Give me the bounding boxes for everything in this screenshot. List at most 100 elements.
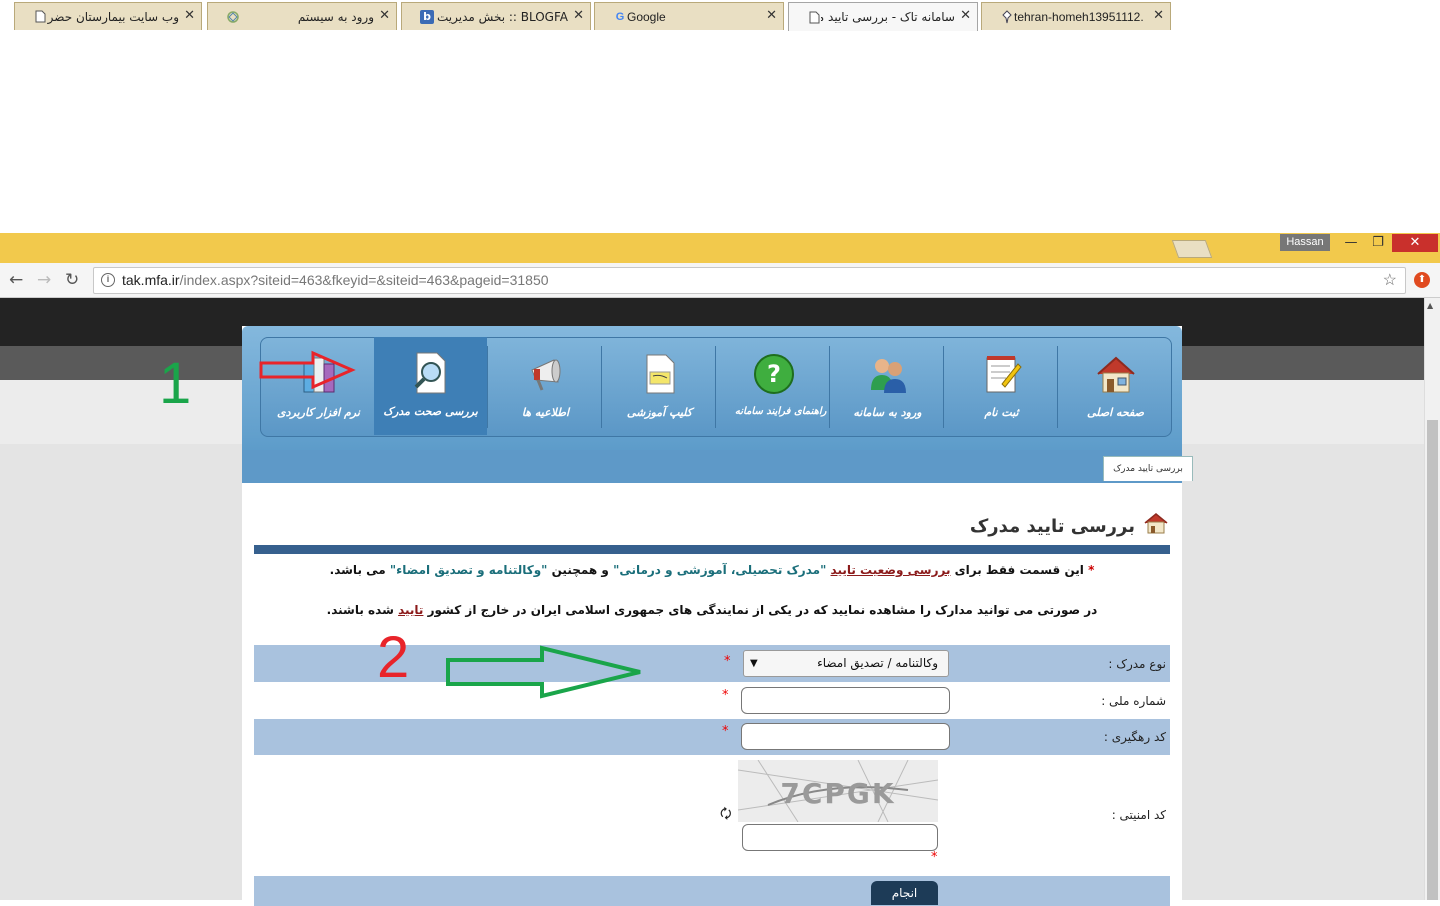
scroll-up-arrow-icon[interactable]: ▲ <box>1427 301 1433 310</box>
browser-tabstrip <box>0 233 1440 263</box>
captcha-input[interactable] <box>742 824 938 851</box>
site-icon <box>226 10 240 24</box>
home-icon <box>1144 512 1168 538</box>
new-tab-button[interactable] <box>1171 240 1213 258</box>
menu-item-login[interactable]: ورود به سامانه <box>831 338 944 436</box>
svg-text:?: ? <box>767 360 781 388</box>
notice-link[interactable]: بررسی وضعیت تایید <box>831 563 951 577</box>
doc-type-value: وکالتنامه / تصدیق امضاء <box>817 656 938 670</box>
doc-type-label: نوع مدرک : <box>1108 657 1166 671</box>
menu-item-guide[interactable]: ? راهنمای فرآیند سامانه <box>717 338 830 436</box>
minimize-icon[interactable]: — <box>1340 234 1362 252</box>
close-icon[interactable]: ✕ <box>379 8 390 23</box>
notice-text: "وکالتنامه و تصدیق امضاء" <box>389 563 548 577</box>
scrollbar-thumb[interactable] <box>1427 420 1438 900</box>
captcha-image: 7CPGK <box>737 759 939 823</box>
title-divider <box>254 545 1170 554</box>
megaphone-icon <box>522 350 570 398</box>
annotation-arrow-1 <box>259 350 356 390</box>
browser-tab-blogfa[interactable]: b BLOGFA :: بخش مدیریت not ✕ <box>401 2 591 30</box>
blogfa-icon: b <box>420 9 434 24</box>
doc-type-select[interactable]: وکالتنامه / تصدیق امضاء ▼ <box>743 650 949 677</box>
users-login-icon <box>864 350 912 398</box>
pin-icon <box>1000 9 1014 24</box>
menu-item-label: راهنمای فرآیند سامانه <box>734 406 827 417</box>
notice-line-2: در صورتی می توانید مدارک را مشاهده نمایی… <box>254 603 1170 617</box>
tracking-code-input[interactable] <box>741 723 950 750</box>
national-id-label: شماره ملی : <box>1101 694 1166 708</box>
notice-star: * <box>1088 563 1095 577</box>
close-icon[interactable]: ✕ <box>766 8 777 23</box>
google-icon: G <box>615 10 625 23</box>
form-row-captcha: کد امنیتی : * <box>254 755 1170 876</box>
close-icon[interactable]: ✕ <box>573 8 584 23</box>
back-arrow-icon[interactable]: ← <box>9 270 23 290</box>
menu-item-announcements[interactable]: اطلاعیه ها <box>489 338 602 436</box>
annotation-arrow-2 <box>446 645 641 699</box>
form-row-submit <box>254 876 1170 906</box>
form-row-tracking-code: کد رهگیری : * <box>254 719 1170 755</box>
refresh-captcha-icon[interactable]: 🗘 <box>720 805 732 827</box>
browser-tab-tehran[interactable]: tehran-homeh13951112. ✕ <box>981 2 1171 30</box>
menu-item-label: کلیپ آموزشی <box>626 406 693 419</box>
page-icon <box>807 10 821 24</box>
browser-tab-tak[interactable]: سامانه تاک - بررسی تایید مدرک ✕ <box>788 2 978 31</box>
close-icon[interactable]: ✕ <box>960 8 971 23</box>
dropdown-arrow-icon: ▼ <box>750 658 758 669</box>
close-icon[interactable]: ✕ <box>1153 8 1164 23</box>
menu-item-home[interactable]: صفحه اصلی <box>1059 338 1172 436</box>
home-icon <box>1092 350 1140 398</box>
address-bar[interactable]: i tak.mfa.ir/index.aspx?siteid=463&fkeyi… <box>93 267 1406 294</box>
notice-text: "مدرک تحصیلی، آموزشی و درمانی" <box>613 563 827 577</box>
notice-text: شده باشند. <box>326 603 394 617</box>
tab-title: ورود به سیستم <box>297 9 374 24</box>
window-close-icon[interactable]: ✕ <box>1392 234 1438 252</box>
help-question-icon: ? <box>750 350 798 398</box>
site-container: صفحه اصلی ثبت نام ورود به سامانه ? راهنم… <box>242 326 1193 906</box>
notice-text: این قسمت فقط برای <box>954 563 1084 577</box>
breadcrumb[interactable]: بررسی تایید مدرک <box>1103 456 1193 481</box>
tab-title: BLOGFA :: بخش مدیریت not <box>434 9 568 24</box>
browser-tab-google[interactable]: G Google ✕ <box>594 2 784 30</box>
close-icon[interactable]: ✕ <box>184 8 195 23</box>
notice-text: می باشد. <box>329 563 386 577</box>
menu-item-register[interactable]: ثبت نام <box>945 338 1058 436</box>
menu-item-label: ثبت نام <box>984 406 1019 419</box>
required-mark: * <box>722 688 729 703</box>
url-host: tak.mfa.ir <box>122 272 180 288</box>
tab-title: سامانه تاک - بررسی تایید مدرک <box>821 10 955 24</box>
tab-title: tehran-homeh13951112. <box>1014 9 1144 24</box>
menu-item-clip[interactable]: کلیپ آموزشی <box>603 338 716 436</box>
captcha-text: 7CPGK <box>780 777 895 810</box>
extension-icon[interactable]: ⬆ <box>1414 272 1430 288</box>
bookmark-star-icon[interactable]: ☆ <box>1383 268 1397 293</box>
tab-title: Google <box>627 9 666 24</box>
required-mark: * <box>724 654 731 669</box>
reload-icon[interactable]: ↻ <box>65 270 79 290</box>
required-mark: * <box>931 850 938 865</box>
menu-item-label: نرم افزار کاربردی <box>277 406 360 419</box>
browser-tab-login[interactable]: ورود به سیستم ✕ <box>207 2 397 30</box>
menu-item-label: صفحه اصلی <box>1087 406 1144 419</box>
clip-document-icon <box>636 350 684 398</box>
annotation-number-1: 1 <box>159 351 192 416</box>
profile-badge[interactable]: Hassan <box>1280 234 1330 251</box>
menu-item-verify-document[interactable]: بررسی صحت مدرک <box>374 337 487 435</box>
notice-link[interactable]: تایید <box>398 603 423 617</box>
browser-tab-hospital[interactable]: وب سایت بیمارستان حضرت سی ✕ <box>14 2 202 30</box>
menu-item-label: اطلاعیه ها <box>521 406 570 419</box>
captcha-label: کد امنیتی : <box>1111 808 1166 822</box>
page-title: بررسی تایید مدرک <box>969 516 1135 537</box>
annotation-number-2: 2 <box>377 625 410 690</box>
menu-item-label: بررسی صحت مدرک <box>383 405 478 418</box>
notice-text: و همچنین <box>551 563 609 577</box>
forward-arrow-icon[interactable]: → <box>37 270 51 290</box>
url-path: /index.aspx?siteid=463&fkeyid=&siteid=46… <box>179 272 549 288</box>
notice-text: در صورتی می توانید مدارک را مشاهده نمایی… <box>427 603 1098 617</box>
national-id-input[interactable] <box>741 687 950 714</box>
submit-button[interactable]: انجام <box>871 881 938 905</box>
info-icon[interactable]: i <box>101 273 115 287</box>
menu-item-label: ورود به سامانه <box>853 406 922 419</box>
document-search-icon <box>407 349 455 397</box>
restore-icon[interactable]: ❐ <box>1367 234 1389 252</box>
